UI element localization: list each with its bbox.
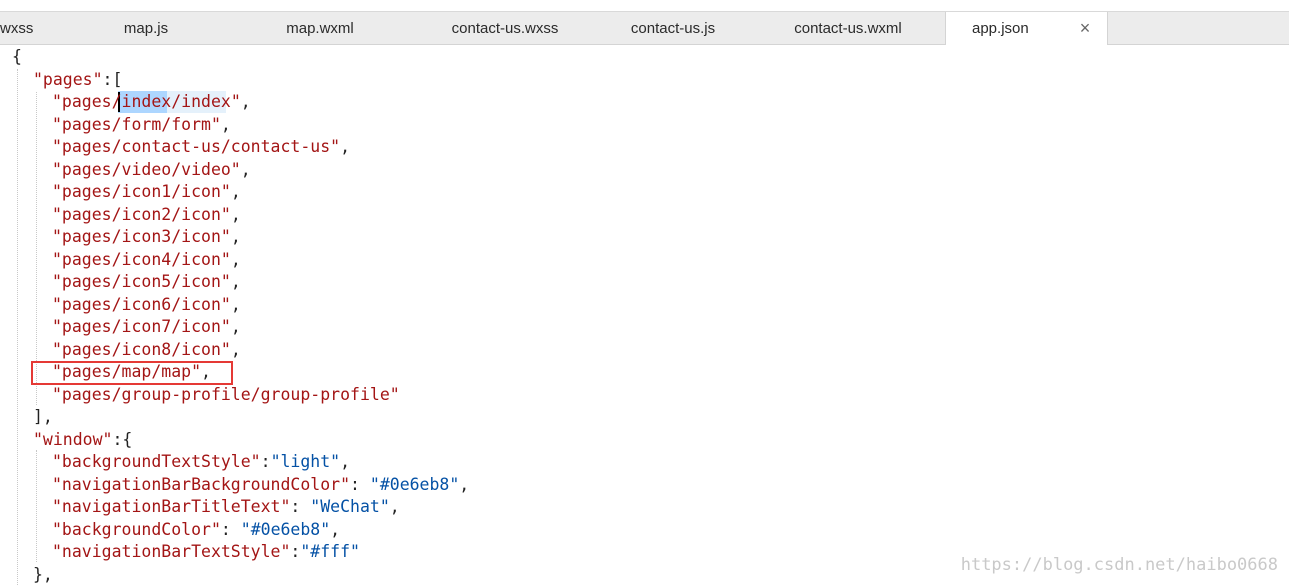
code-line: "pages/icon7/icon",	[52, 316, 241, 339]
code-line: "pages":[	[33, 69, 122, 92]
tab-contact-us-wxss[interactable]: contact-us.wxss	[420, 12, 590, 45]
code-line: "navigationBarTextStyle":"#fff"	[52, 541, 360, 564]
punctuation: ],	[33, 407, 53, 426]
page-path: "pages/icon6/icon"	[52, 295, 231, 314]
tab-label: map.wxml	[286, 20, 354, 37]
colon: :	[290, 497, 311, 516]
code-line: ],	[33, 406, 53, 429]
json-key: "backgroundColor"	[52, 520, 221, 539]
page-path: "pages/form/form"	[52, 115, 221, 134]
code-line: "navigationBarBackgroundColor": "#0e6eb8…	[52, 474, 469, 497]
string-fragment: "pages/	[52, 92, 122, 111]
indent-guide	[36, 450, 37, 562]
code-line: "pages/video/video",	[52, 159, 251, 182]
page-path: "pages/icon4/icon"	[52, 250, 231, 269]
code-line: "pages/icon5/icon",	[52, 271, 241, 294]
json-key: "backgroundTextStyle"	[52, 452, 261, 471]
code-line: "pages/group-profile/group-profile"	[52, 384, 400, 407]
json-value: "light"	[270, 452, 341, 471]
page-path: "pages/icon3/icon"	[52, 227, 231, 246]
punctuation: },	[33, 565, 53, 584]
comma: ,	[230, 317, 241, 336]
tab-map-wxml[interactable]: map.wxml	[240, 12, 400, 45]
json-key: "navigationBarTitleText"	[52, 497, 291, 516]
page-path: "pages/video/video"	[52, 160, 241, 179]
string-fragment: /index"	[171, 92, 241, 111]
code-line: "backgroundTextStyle":"light",	[52, 451, 350, 474]
punctuation: :{	[112, 430, 133, 449]
colon: :	[350, 475, 370, 494]
tab-app-json[interactable]: app.json ×	[945, 12, 1108, 46]
json-key: "pages"	[33, 70, 103, 89]
comma: ,	[330, 520, 341, 539]
selected-word: index	[121, 92, 172, 111]
comma: ,	[240, 160, 251, 179]
comma: ,	[230, 205, 241, 224]
comma: ,	[340, 137, 351, 156]
tab-label: contact-us.wxml	[794, 20, 902, 37]
tab-label: map.js	[123, 20, 169, 37]
tab-label: app.json	[972, 20, 1029, 37]
punctuation: :[	[102, 70, 123, 89]
code-line: "pages/icon1/icon",	[52, 181, 241, 204]
code-line: "pages/icon2/icon",	[52, 204, 241, 227]
window-top-strip	[0, 0, 1289, 11]
code-line: },	[33, 564, 53, 585]
code-line: "pages/icon3/icon",	[52, 226, 241, 249]
tab-map-js[interactable]: map.js	[72, 12, 220, 45]
colon: :	[260, 452, 271, 471]
page-path: "pages/group-profile/group-profile"	[52, 385, 400, 404]
code-line: "pages/index/index",	[52, 91, 251, 114]
page-path: "pages/contact-us/contact-us"	[52, 137, 341, 156]
comma: ,	[240, 92, 251, 111]
comma: ,	[230, 295, 241, 314]
page-path: "pages/icon1/icon"	[52, 182, 231, 201]
indent-guide	[17, 69, 18, 585]
indent-guide	[36, 92, 37, 405]
comma: ,	[459, 475, 470, 494]
code-line: {	[12, 46, 22, 69]
json-key: "navigationBarBackgroundColor"	[52, 475, 351, 494]
json-value: "WeChat"	[310, 497, 390, 516]
comma: ,	[220, 115, 231, 134]
watermark: https://blog.csdn.net/haibo0668	[960, 555, 1278, 575]
close-icon[interactable]: ×	[1077, 12, 1093, 45]
code-line: "pages/icon6/icon",	[52, 294, 241, 317]
comma: ,	[340, 452, 351, 471]
tab-label: wxss	[0, 20, 34, 37]
tab-contact-us-wxml[interactable]: contact-us.wxml	[760, 12, 936, 45]
code-line: "pages/form/form",	[52, 114, 231, 137]
colon: :	[220, 520, 241, 539]
tab-wxss[interactable]: wxss	[0, 12, 40, 45]
comma: ,	[230, 182, 241, 201]
comma: ,	[230, 340, 241, 359]
code-line: "pages/icon4/icon",	[52, 249, 241, 272]
code-line: "pages/contact-us/contact-us",	[52, 136, 350, 159]
json-key: "window"	[33, 430, 113, 449]
json-value: "#fff"	[300, 542, 360, 561]
comma: ,	[230, 250, 241, 269]
colon: :	[290, 542, 301, 561]
json-key: "navigationBarTextStyle"	[52, 542, 291, 561]
comma: ,	[230, 272, 241, 291]
page-path: "pages/icon8/icon"	[52, 340, 231, 359]
page-path: "pages/icon5/icon"	[52, 272, 231, 291]
tab-label: contact-us.js	[630, 20, 716, 37]
comma: ,	[230, 227, 241, 246]
code-line: "backgroundColor": "#0e6eb8",	[52, 519, 340, 542]
tab-label: contact-us.wxss	[451, 20, 559, 37]
brace: {	[12, 47, 22, 66]
code-line: "navigationBarTitleText": "WeChat",	[52, 496, 400, 519]
editor-tab-bar: wxss map.js map.wxml contact-us.wxss con…	[0, 11, 1289, 46]
code-line: "pages/icon8/icon",	[52, 339, 241, 362]
page-path: "pages/icon2/icon"	[52, 205, 231, 224]
json-value: "#0e6eb8"	[240, 520, 331, 539]
comma: ,	[389, 497, 400, 516]
code-editor[interactable]: { "pages":[ "pages/index/index", "pages/…	[0, 45, 1289, 585]
code-line: "window":{	[33, 429, 132, 452]
annotation-box	[31, 361, 233, 385]
json-value: "#0e6eb8"	[369, 475, 460, 494]
tab-contact-us-js[interactable]: contact-us.js	[594, 12, 752, 45]
page-path: "pages/icon7/icon"	[52, 317, 231, 336]
